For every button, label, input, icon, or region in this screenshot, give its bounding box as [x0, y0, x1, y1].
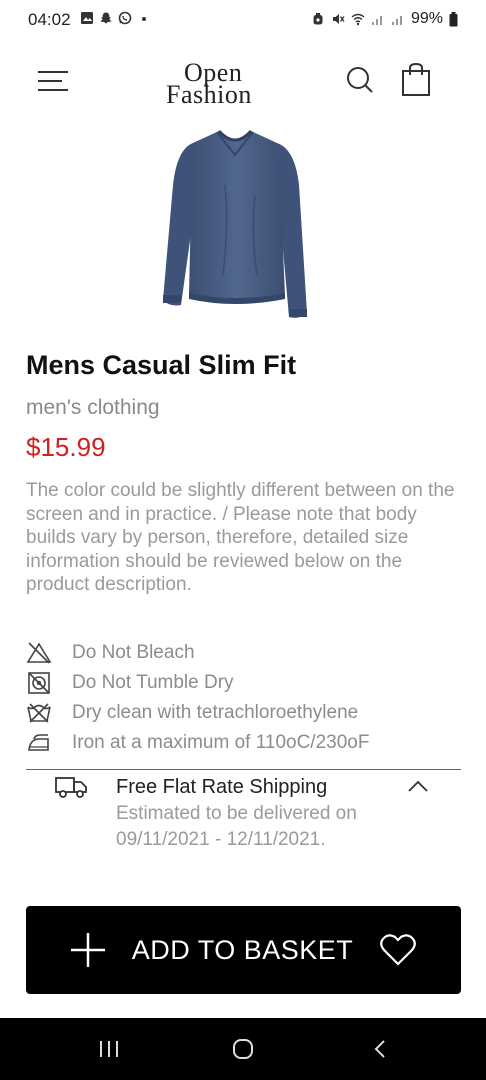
back-icon[interactable]	[372, 1038, 388, 1060]
heart-icon[interactable]	[379, 933, 417, 967]
battery-percent: 99%	[410, 10, 443, 27]
brand-logo[interactable]: Open Fashion	[160, 60, 280, 108]
truck-icon	[55, 777, 87, 798]
shopping-bag-icon[interactable]	[400, 62, 434, 98]
recent-apps-icon[interactable]	[98, 1040, 120, 1058]
signal-icon-2	[391, 16, 402, 25]
care-text: Do Not Tumble Dry	[72, 672, 234, 693]
logo-line-2: Fashion	[166, 80, 252, 109]
no-tumble-dry-icon	[28, 672, 50, 694]
system-navigation-bar	[0, 1018, 486, 1080]
whatsapp-icon	[118, 11, 132, 25]
battery-icon	[449, 11, 458, 26]
shipping-estimate: Estimated to be delivered on	[116, 803, 357, 824]
add-to-basket-label: ADD TO BASKET	[131, 934, 354, 965]
shipping-dates: 09/11/2021 - 12/11/2021.	[116, 829, 326, 850]
product-category: men's clothing	[26, 396, 160, 419]
care-item: Do Not Tumble Dry	[26, 668, 466, 698]
menu-icon[interactable]	[36, 67, 70, 95]
care-item: Iron at a maximum of 110oC/230oF	[26, 728, 466, 758]
dry-clean-icon	[27, 703, 51, 723]
shipping-section[interactable]: Free Flat Rate Shipping Estimated to be …	[26, 772, 461, 862]
status-bar: 04:02 99%	[0, 0, 486, 40]
gallery-icon	[81, 12, 93, 24]
status-time: 04:02	[28, 10, 71, 29]
signal-icon	[371, 16, 382, 25]
no-bleach-icon	[26, 642, 52, 664]
iron-icon	[28, 734, 49, 751]
care-text: Do Not Bleach	[72, 642, 195, 663]
product-price: $15.99	[26, 432, 106, 462]
wifi-icon	[351, 13, 365, 26]
care-item: Do Not Bleach	[26, 638, 466, 668]
system-indicators: 99%	[311, 10, 458, 28]
mute-icon	[332, 14, 345, 24]
divider	[26, 769, 461, 770]
care-text: Dry clean with tetrachloroethylene	[72, 702, 359, 723]
home-icon[interactable]	[232, 1038, 254, 1060]
care-text: Iron at a maximum of 110oC/230oF	[72, 732, 370, 753]
care-instructions: Do Not Bleach Do Not Tumble Dry Dry clea…	[26, 638, 466, 758]
shipping-title: Free Flat Rate Shipping	[116, 776, 328, 798]
care-item: Dry clean with tetrachloroethylene	[26, 698, 466, 728]
add-to-basket-button[interactable]: ADD TO BASKET	[26, 906, 461, 994]
notification-icons	[80, 11, 151, 25]
app-header: Open Fashion	[0, 52, 486, 112]
plus-icon	[70, 933, 105, 967]
snapchat-icon	[100, 12, 112, 24]
more-dot-icon	[142, 17, 146, 21]
product-description: The color could be slightly different be…	[26, 480, 455, 595]
product-image[interactable]	[155, 125, 315, 325]
alarm-icon	[313, 13, 323, 25]
chevron-up-icon[interactable]	[406, 778, 430, 794]
search-icon[interactable]	[344, 64, 376, 96]
product-title: Mens Casual Slim Fit	[26, 350, 297, 380]
